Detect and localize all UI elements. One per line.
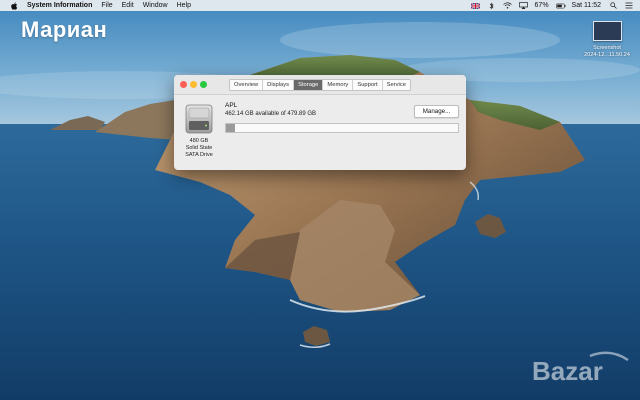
airplay-icon[interactable]: [519, 0, 529, 11]
window-titlebar[interactable]: Overview Displays Storage Memory Support…: [174, 75, 466, 95]
drive-info-labels: 480 GB Solid State SATA Drive: [178, 138, 220, 159]
bluetooth-icon[interactable]: [487, 0, 497, 11]
wifi-icon[interactable]: [503, 0, 513, 11]
menu-edit[interactable]: Edit: [122, 2, 134, 9]
menu-bar: System Information File Edit Window Help…: [0, 0, 640, 11]
desktop-title: Мариан: [21, 17, 108, 42]
zoom-window-button[interactable]: [200, 81, 207, 88]
hard-drive-icon: [185, 104, 213, 134]
desktop-icon-label-line2: 2024-12...11.50.24: [584, 52, 630, 58]
battery-icon[interactable]: [555, 0, 566, 11]
menu-file[interactable]: File: [101, 2, 112, 9]
flag-uk-icon[interactable]: [471, 0, 481, 11]
tab-overview[interactable]: Overview: [230, 80, 262, 90]
desktop-icon-label-line1: Screenshot: [593, 45, 621, 51]
search-icon[interactable]: [608, 0, 618, 11]
apple-menu-icon[interactable]: [9, 0, 19, 11]
bazar-watermark-logo: Bazar: [532, 351, 629, 386]
desktop-wallpaper: [0, 0, 640, 400]
menu-app-name[interactable]: System Information: [27, 2, 92, 9]
manage-button[interactable]: Manage...: [414, 105, 459, 118]
tab-bar: Overview Displays Storage Memory Support…: [229, 79, 411, 91]
system-information-window: Overview Displays Storage Memory Support…: [174, 75, 466, 170]
clock[interactable]: Sat 11:52: [572, 2, 601, 9]
drive-type-line1: Solid State: [185, 145, 213, 151]
control-center-icon[interactable]: [624, 0, 634, 11]
tab-support[interactable]: Support: [352, 80, 381, 90]
drive-availability: 462.14 GB available of 479.89 GB: [225, 111, 317, 117]
screenshot-thumbnail-icon: [592, 21, 622, 41]
storage-used-segment: [226, 124, 235, 132]
storage-usage-bar: [225, 123, 459, 133]
tab-storage[interactable]: Storage: [293, 80, 323, 90]
watermark-text: Bazar: [532, 356, 603, 386]
minimize-window-button[interactable]: [190, 81, 197, 88]
menu-help[interactable]: Help: [177, 2, 191, 9]
battery-percentage[interactable]: 67%: [535, 2, 549, 9]
tab-displays[interactable]: Displays: [262, 80, 293, 90]
drive-type-line2: SATA Drive: [185, 152, 213, 158]
desktop-screenshot-file[interactable]: Screenshot 2024-12...11.50.24: [578, 21, 636, 59]
menu-window[interactable]: Window: [143, 2, 168, 9]
status-area: 67% Sat 11:52: [471, 0, 640, 11]
tab-service[interactable]: Service: [381, 80, 410, 90]
drive-capacity: 480 GB: [189, 138, 209, 144]
close-window-button[interactable]: [180, 81, 187, 88]
drive-name: APL: [225, 102, 238, 109]
tab-memory[interactable]: Memory: [322, 80, 352, 90]
